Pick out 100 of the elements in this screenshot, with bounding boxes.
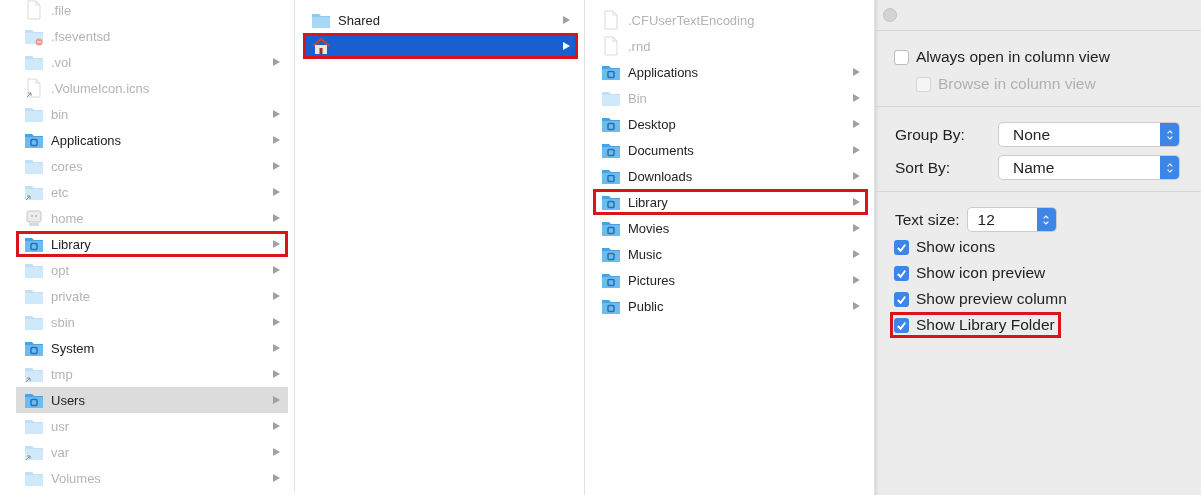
list-item[interactable]: Documents bbox=[593, 137, 868, 163]
file-icon bbox=[24, 0, 44, 20]
list-item[interactable]: Library bbox=[16, 231, 288, 257]
stepper-icon bbox=[1036, 208, 1056, 231]
arrow-icon bbox=[853, 146, 860, 154]
file-name: private bbox=[51, 288, 92, 304]
file-name: .fseventsd bbox=[51, 28, 112, 44]
file-name: Documents bbox=[628, 142, 695, 158]
list-item[interactable]: Downloads bbox=[593, 163, 868, 189]
file-name: .file bbox=[51, 2, 73, 18]
file-icon bbox=[601, 10, 621, 30]
checkbox-label: Show icon preview bbox=[916, 264, 1046, 282]
arrow-icon bbox=[853, 94, 860, 102]
arrow-icon bbox=[273, 266, 280, 274]
option-label: Group By: bbox=[895, 125, 966, 144]
arrow-icon bbox=[273, 58, 280, 66]
file-name: usr bbox=[51, 418, 71, 434]
checkbox-option[interactable]: Show icon preview bbox=[893, 263, 1049, 283]
file-name: Applications bbox=[51, 132, 123, 148]
arrow-icon bbox=[853, 224, 860, 232]
file-name: opt bbox=[51, 262, 71, 278]
option-label: Sort By: bbox=[895, 158, 952, 177]
file-name: Users bbox=[51, 392, 86, 408]
checkbox-option[interactable]: Show preview column bbox=[893, 289, 1070, 309]
list-item[interactable]: Public bbox=[593, 293, 868, 319]
list-item[interactable]: Applications bbox=[16, 127, 288, 153]
option-label: Text size: bbox=[895, 210, 960, 229]
checkbox-option[interactable]: Always open in column view bbox=[893, 47, 1113, 67]
list-item[interactable]: Movies bbox=[593, 215, 868, 241]
checkbox-option[interactable]: Show icons bbox=[893, 237, 999, 257]
list-item[interactable]: Users bbox=[16, 387, 288, 413]
file-name: Music bbox=[628, 246, 663, 262]
arrow-icon bbox=[853, 276, 860, 284]
checkbox-label: Show icons bbox=[916, 238, 996, 256]
arrow-icon bbox=[273, 318, 280, 326]
arrow-icon bbox=[273, 188, 280, 196]
arrow-icon bbox=[273, 396, 280, 404]
file-name: Library bbox=[628, 194, 669, 210]
popup-menu[interactable]: None bbox=[999, 123, 1179, 146]
arrow-icon bbox=[273, 162, 280, 170]
list-item[interactable]: Music bbox=[593, 241, 868, 267]
arrow-icon bbox=[853, 302, 860, 310]
arrow-icon bbox=[273, 110, 280, 118]
arrow-icon bbox=[273, 344, 280, 352]
arrow-icon bbox=[273, 136, 280, 144]
file-icon bbox=[24, 78, 44, 98]
file-name: Desktop bbox=[628, 116, 677, 132]
file-name: cores bbox=[51, 158, 84, 174]
checkbox-label: Always open in column view bbox=[916, 48, 1110, 66]
list-item[interactable]: Library bbox=[593, 189, 868, 215]
file-name: Downloads bbox=[628, 168, 694, 184]
file-name: var bbox=[51, 444, 71, 460]
arrow-icon bbox=[273, 292, 280, 300]
file-name: Applications bbox=[628, 64, 700, 80]
arrow-icon bbox=[563, 16, 570, 24]
list-item[interactable]: Desktop bbox=[593, 111, 868, 137]
file-name: etc bbox=[51, 184, 70, 200]
checkbox-label: Show preview column bbox=[916, 290, 1067, 308]
arrow-icon bbox=[853, 172, 860, 180]
file-name: bin bbox=[51, 106, 70, 122]
arrow-icon bbox=[273, 448, 280, 456]
file-name: .rnd bbox=[628, 38, 652, 54]
arrow-icon bbox=[853, 120, 860, 128]
file-name: .vol bbox=[51, 54, 73, 70]
file-name: Volumes bbox=[51, 470, 102, 486]
arrow-icon bbox=[273, 422, 280, 430]
arrow-icon bbox=[853, 198, 860, 206]
file-name: Shared bbox=[338, 12, 381, 28]
file-name: sbin bbox=[51, 314, 76, 330]
file-name: tmp bbox=[51, 366, 74, 382]
file-icon bbox=[601, 36, 621, 56]
arrow-icon bbox=[563, 42, 570, 50]
checkbox-label: Show Library Folder bbox=[916, 316, 1055, 334]
arrow-icon bbox=[273, 214, 280, 222]
list-item[interactable]: Shared bbox=[303, 7, 578, 33]
file-name: Bin bbox=[628, 90, 648, 106]
stepper-icon bbox=[1160, 123, 1179, 146]
arrow-icon bbox=[273, 370, 280, 378]
arrow-icon bbox=[853, 68, 860, 76]
arrow-icon bbox=[273, 240, 280, 248]
file-name: home bbox=[51, 210, 85, 226]
file-name: System bbox=[51, 340, 96, 356]
popup-menu[interactable]: Name bbox=[999, 156, 1179, 179]
size-stepper[interactable]: 12 bbox=[967, 208, 1056, 231]
file-name: Pictures bbox=[628, 272, 676, 288]
file-name: Library bbox=[51, 236, 92, 252]
checkbox[interactable] bbox=[894, 49, 909, 65]
file-name: .VolumeIcon.icns bbox=[51, 80, 151, 96]
list-item[interactable]: Pictures bbox=[593, 267, 868, 293]
arrow-icon bbox=[273, 474, 280, 482]
file-name: .CFUserTextEncoding bbox=[628, 12, 756, 28]
file-name: Public bbox=[628, 298, 665, 314]
list-item[interactable]: System bbox=[16, 335, 288, 361]
checkbox-option[interactable]: Show Library Folder bbox=[893, 315, 1058, 335]
file-name: Movies bbox=[628, 220, 671, 236]
drive-icon bbox=[24, 208, 44, 228]
checkbox-label: Browse in column view bbox=[938, 75, 1096, 93]
house-icon bbox=[311, 36, 331, 56]
list-item[interactable]: Applications bbox=[593, 59, 868, 85]
arrow-icon bbox=[853, 250, 860, 258]
